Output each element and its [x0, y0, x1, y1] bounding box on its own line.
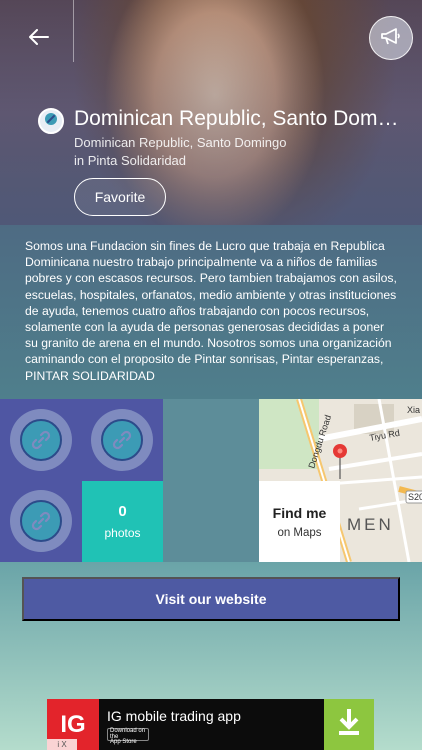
- megaphone-icon: [379, 26, 403, 51]
- hero-overlay: Dominican Republic, Santo Dom… Dominican…: [0, 0, 422, 750]
- organization-title: Dominican Republic, Santo Dom…: [74, 107, 399, 130]
- divider-line: [73, 0, 74, 62]
- organization-logo: [38, 108, 64, 134]
- link-icon: [44, 112, 58, 131]
- back-arrow-icon: [29, 25, 49, 51]
- organization-location: Dominican Republic, Santo Domingo: [74, 135, 287, 150]
- favorite-button[interactable]: Favorite: [74, 178, 166, 216]
- back-button[interactable]: [24, 26, 54, 50]
- announcement-button[interactable]: [369, 16, 413, 60]
- organization-parent: in Pinta Solidaridad: [74, 153, 187, 168]
